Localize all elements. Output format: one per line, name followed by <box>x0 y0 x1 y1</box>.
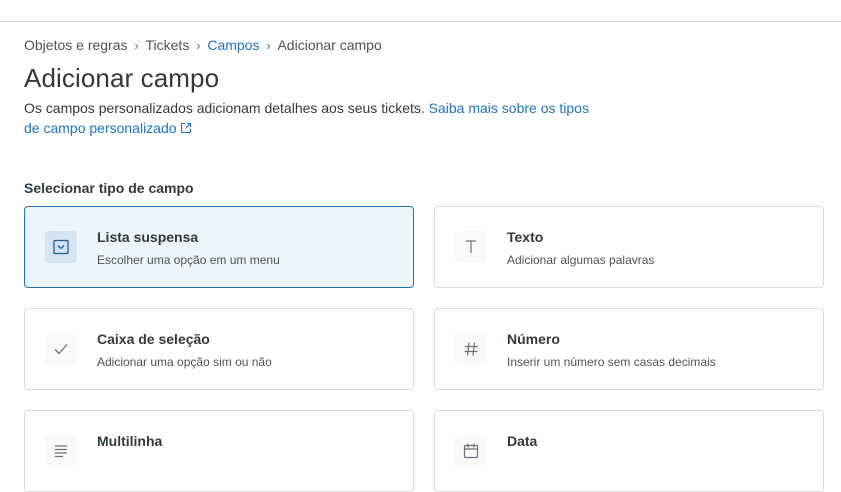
card-title: Texto <box>507 229 544 245</box>
card-subtitle: Escolher uma opção em um menu <box>97 253 280 267</box>
top-bar <box>0 0 841 22</box>
card-title: Multilinha <box>97 433 163 449</box>
section-label: Selecionar tipo de campo <box>24 180 194 196</box>
calendar-icon <box>455 435 487 467</box>
card-subtitle: Inserir um número sem casas decimais <box>507 355 716 369</box>
chevron-right-icon: › <box>196 37 201 53</box>
field-type-card-multiline[interactable]: Multilinha <box>24 410 414 492</box>
hash-icon <box>455 333 487 365</box>
card-title: Número <box>507 331 560 347</box>
breadcrumb: Objetos e regras › Tickets › Campos › Ad… <box>24 36 382 54</box>
breadcrumb-item-fields[interactable]: Campos <box>207 37 259 53</box>
dropdown-icon <box>45 231 77 263</box>
breadcrumb-item-tickets[interactable]: Tickets <box>146 37 190 53</box>
card-title: Caixa de seleção <box>97 331 210 347</box>
chevron-right-icon: › <box>134 37 139 53</box>
field-type-card-text[interactable]: Texto Adicionar algumas palavras <box>434 206 824 288</box>
multiline-icon <box>45 435 77 467</box>
field-type-card-dropdown[interactable]: Lista suspensa Escolher uma opção em um … <box>24 206 414 288</box>
card-title: Lista suspensa <box>97 229 199 245</box>
external-link-icon <box>180 122 191 134</box>
page-title: Adicionar campo <box>24 63 220 93</box>
breadcrumb-item-objects-rules[interactable]: Objetos e regras <box>24 37 128 53</box>
text-icon <box>455 231 487 263</box>
card-subtitle: Adicionar algumas palavras <box>507 253 655 267</box>
description-text: Os campos personalizados adicionam detal… <box>24 100 425 116</box>
field-type-card-checkbox[interactable]: Caixa de seleção Adicionar uma opção sim… <box>24 308 414 390</box>
chevron-right-icon: › <box>266 37 271 53</box>
field-type-card-number[interactable]: Número Inserir um número sem casas decim… <box>434 308 824 390</box>
card-subtitle: Adicionar uma opção sim ou não <box>97 355 272 369</box>
breadcrumb-item-current: Adicionar campo <box>277 37 382 53</box>
checkmark-icon <box>45 333 77 365</box>
field-type-card-date[interactable]: Data <box>434 410 824 492</box>
card-title: Data <box>507 433 538 449</box>
page-description: Os campos personalizados adicionam detal… <box>24 98 594 138</box>
